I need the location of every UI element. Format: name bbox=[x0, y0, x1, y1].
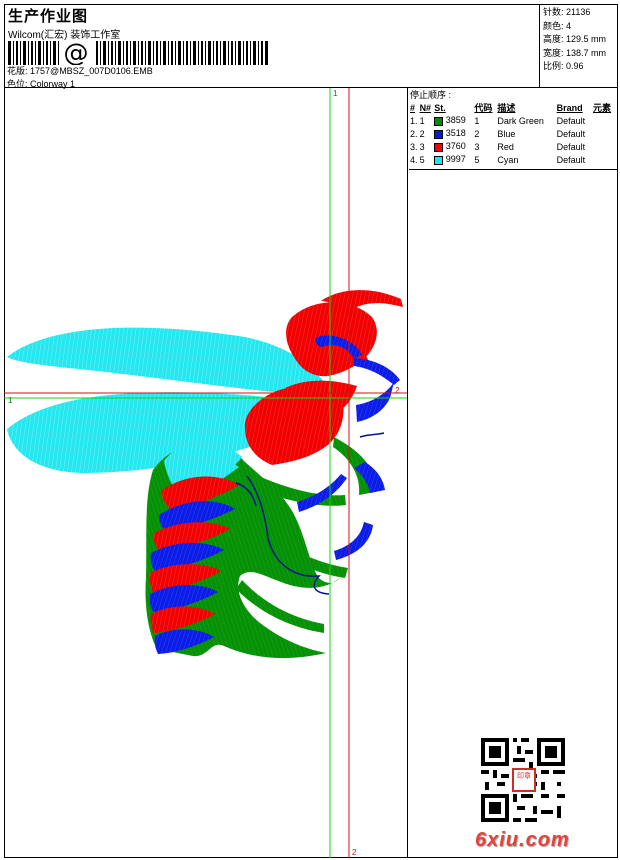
thread-number: 1 bbox=[474, 115, 480, 126]
thread-code: 3760 bbox=[445, 141, 466, 152]
thread-index: 2. bbox=[410, 128, 418, 139]
barcode-at-symbol: @ bbox=[64, 41, 89, 65]
stat-colors: 颜色: 4 bbox=[543, 20, 572, 31]
thread-brand: Default bbox=[556, 128, 586, 139]
red-guide-label-bottom: 2 bbox=[352, 848, 357, 857]
page-title: 生产作业图 bbox=[8, 8, 89, 25]
thread-index: 1. bbox=[410, 115, 418, 126]
file-name: 1757@MBSZ_007D0106.EMB bbox=[30, 66, 153, 76]
barcode: @ bbox=[8, 41, 268, 65]
bee-design-preview: 1 1 2 2 bbox=[4, 88, 407, 858]
thread-row-2: 2. 2 3518 2 Blue Default bbox=[410, 127, 616, 140]
column-brand: Brand bbox=[556, 102, 583, 113]
thread-color-table: # N# St. 代码 描述 Brand 元素 1. 1 3859 1 Dark… bbox=[410, 101, 616, 166]
stat-stitches: 针数: 21136 bbox=[543, 7, 591, 17]
thread-swatch-cyan bbox=[434, 155, 444, 165]
column-element: 元素 bbox=[593, 103, 612, 113]
column-needle: N# bbox=[419, 102, 432, 113]
red-guide-label-right: 2 bbox=[395, 386, 400, 395]
needle-number: 3 bbox=[419, 141, 425, 152]
cyan-wing-upper bbox=[7, 327, 330, 396]
thread-code: 3859 bbox=[445, 115, 466, 126]
site-watermark: 6xiu.com bbox=[475, 829, 570, 851]
thread-code-cell: 9997 bbox=[434, 153, 474, 166]
thread-code: 3518 bbox=[445, 128, 466, 139]
thread-swatch-blue bbox=[434, 129, 444, 139]
stat-width: 宽度: 138.7 mm bbox=[543, 47, 607, 58]
thread-table-header: # N# St. 代码 描述 Brand 元素 bbox=[410, 101, 616, 114]
needle-number: 1 bbox=[419, 115, 425, 126]
stat-height: 高度: 129.5 mm bbox=[543, 34, 607, 44]
needle-number: 5 bbox=[419, 154, 425, 165]
thread-code-cell: 3760 bbox=[434, 140, 474, 153]
thread-code-cell: 3518 bbox=[434, 127, 474, 140]
column-number: # bbox=[410, 102, 416, 113]
seal-icon: 印章 bbox=[512, 768, 536, 792]
file-label: 花版: bbox=[7, 66, 28, 76]
green-guide-label-top: 1 bbox=[333, 89, 338, 98]
thread-element bbox=[593, 114, 616, 127]
thread-number: 3 bbox=[474, 141, 480, 152]
embroidery-preview: 1 1 2 2 bbox=[4, 88, 408, 858]
thread-row-1: 1. 1 3859 1 Dark Green Default bbox=[410, 114, 616, 127]
thread-row-4: 4. 5 9997 5 Cyan Default bbox=[410, 153, 616, 166]
needle-number: 2 bbox=[419, 128, 425, 139]
thread-number: 2 bbox=[474, 128, 480, 139]
thread-description: Blue bbox=[497, 128, 516, 139]
thread-code: 9997 bbox=[445, 154, 466, 165]
thread-number: 5 bbox=[474, 154, 480, 165]
company-name: Wilcom(汇宏) 装饰工作室 bbox=[8, 30, 121, 41]
column-description: 描述 bbox=[497, 103, 516, 113]
thread-swatch-red bbox=[434, 142, 444, 152]
thread-swatch-green bbox=[434, 116, 444, 126]
thread-brand: Default bbox=[556, 154, 586, 165]
thread-element bbox=[593, 140, 616, 153]
blue-mouth bbox=[354, 358, 400, 385]
thread-description: Dark Green bbox=[497, 115, 544, 126]
thread-brand: Default bbox=[556, 115, 586, 126]
stat-scale: 比例: 0.96 bbox=[543, 61, 584, 71]
thread-index: 3. bbox=[410, 141, 418, 152]
thread-row-3: 3. 3 3760 3 Red Default bbox=[410, 140, 616, 153]
thread-description: Red bbox=[497, 141, 514, 152]
thread-description: Cyan bbox=[497, 154, 519, 165]
column-stop: St. bbox=[434, 102, 446, 113]
thread-element bbox=[593, 127, 616, 140]
green-guide-label-left: 1 bbox=[8, 396, 13, 405]
thread-index: 4. bbox=[410, 154, 418, 165]
column-code: 代码 bbox=[474, 103, 493, 113]
thread-brand: Default bbox=[556, 141, 586, 152]
stitch-stats: 针数: 21136 颜色: 4 高度: 129.5 mm 宽度: 138.7 m… bbox=[539, 4, 618, 88]
thread-code-cell: 3859 bbox=[434, 114, 474, 127]
thread-element bbox=[593, 153, 616, 166]
stop-sequence-title: 停止顺序 : bbox=[410, 90, 452, 100]
stop-sequence-panel: 停止顺序 : # N# St. 代码 描述 Brand 元素 1. 1 3859… bbox=[409, 88, 618, 170]
sheet-header: 生产作业图 Wilcom(汇宏) 装饰工作室 @ 花版: 1757@MBSZ_0… bbox=[4, 4, 618, 89]
file-name-row: 花版: 1757@MBSZ_007D0106.EMB bbox=[7, 64, 153, 77]
